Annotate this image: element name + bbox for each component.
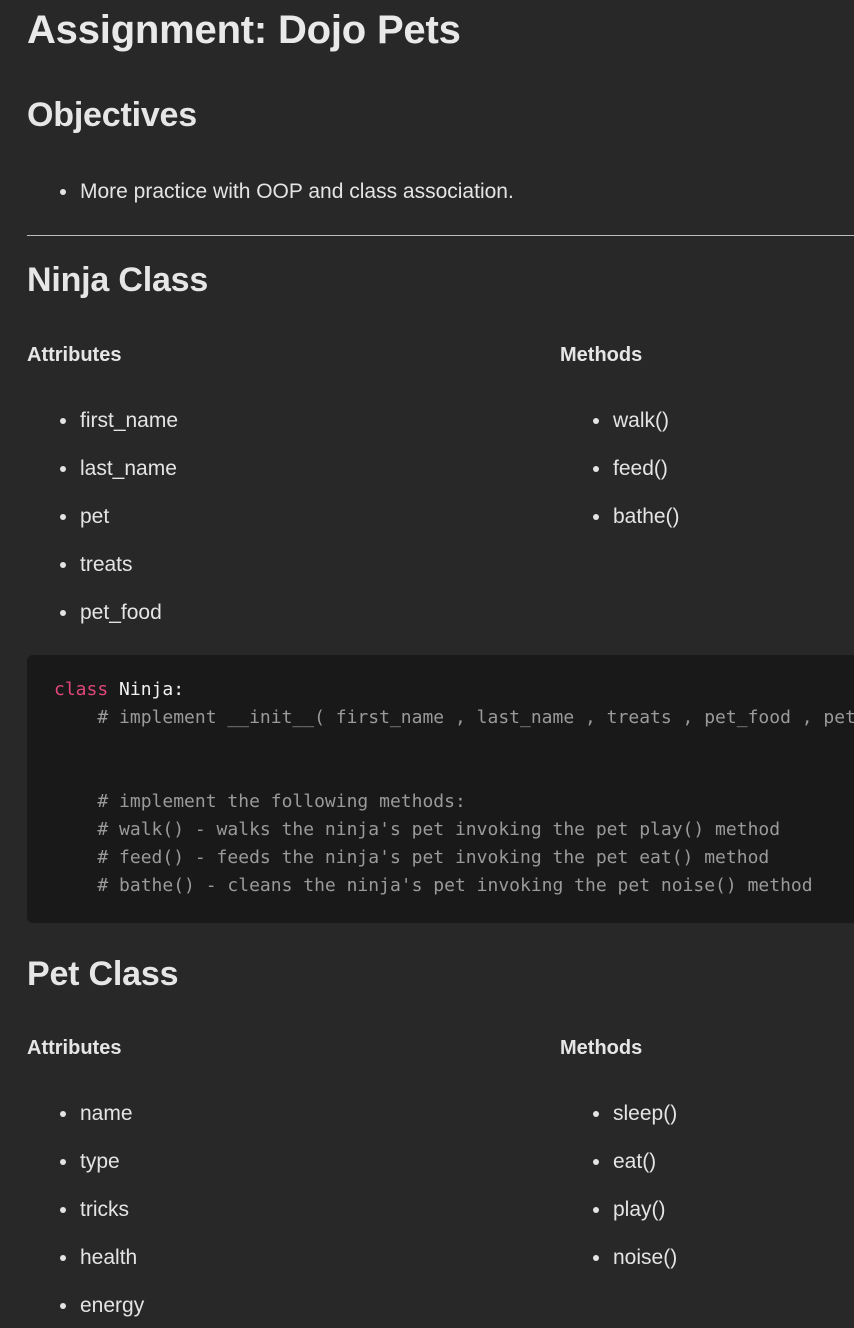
- objectives-list: More practice with OOP and class associa…: [27, 179, 514, 227]
- pet-attribute-item: health: [27, 1245, 144, 1293]
- pet-attribute-item: tricks: [27, 1197, 144, 1245]
- ninja-method-item: bathe(): [560, 504, 680, 552]
- ninja-method-item: feed(): [560, 456, 680, 504]
- ninja-attributes-list: first_name last_name pet treats pet_food: [27, 408, 178, 648]
- pet-attribute-item: type: [27, 1149, 144, 1197]
- assignment-page: Assignment: Dojo Pets Objectives More pr…: [0, 0, 854, 1328]
- objectives-heading: Objectives: [27, 96, 197, 134]
- ninja-attribute-item: last_name: [27, 456, 178, 504]
- pet-attribute-item: energy: [27, 1293, 144, 1328]
- code-line: # implement the following methods:: [54, 791, 466, 812]
- code-line: # feed() - feeds the ninja's pet invokin…: [54, 847, 770, 868]
- ninja-attribute-item: treats: [27, 552, 178, 600]
- pet-class-heading: Pet Class: [27, 955, 179, 993]
- code-keyword: class: [54, 679, 109, 700]
- ninja-methods-list: walk() feed() bathe(): [560, 408, 680, 552]
- ninja-class-heading: Ninja Class: [27, 261, 209, 299]
- pet-attributes-list: name type tricks health energy: [27, 1101, 144, 1328]
- code-class-name: Ninja:: [119, 679, 185, 700]
- ninja-attribute-item: pet: [27, 504, 178, 552]
- ninja-attribute-item: pet_food: [27, 600, 178, 648]
- code-line: # bathe() - cleans the ninja's pet invok…: [54, 875, 813, 896]
- pet-methods-list: sleep() eat() play() noise(): [560, 1101, 677, 1293]
- section-divider: [27, 235, 854, 236]
- pet-method-item: sleep(): [560, 1101, 677, 1149]
- code-line: # implement __init__( first_name , last_…: [54, 707, 854, 728]
- code-line: # walk() - walks the ninja's pet invokin…: [54, 819, 781, 840]
- pet-attributes-heading: Attributes: [27, 1037, 122, 1059]
- pet-method-item: noise(): [560, 1245, 677, 1293]
- pet-method-item: play(): [560, 1197, 677, 1245]
- pet-method-item: eat(): [560, 1149, 677, 1197]
- ninja-method-item: walk(): [560, 408, 680, 456]
- code-class-line: class Ninja:: [54, 676, 184, 704]
- ninja-methods-heading: Methods: [560, 344, 643, 366]
- pet-attribute-item: name: [27, 1101, 144, 1149]
- page-title: Assignment: Dojo Pets: [27, 8, 461, 52]
- ninja-attributes-heading: Attributes: [27, 344, 122, 366]
- ninja-code-block: class Ninja: # implement __init__( first…: [27, 655, 854, 923]
- ninja-attribute-item: first_name: [27, 408, 178, 456]
- pet-methods-heading: Methods: [560, 1037, 643, 1059]
- objective-item: More practice with OOP and class associa…: [27, 179, 514, 227]
